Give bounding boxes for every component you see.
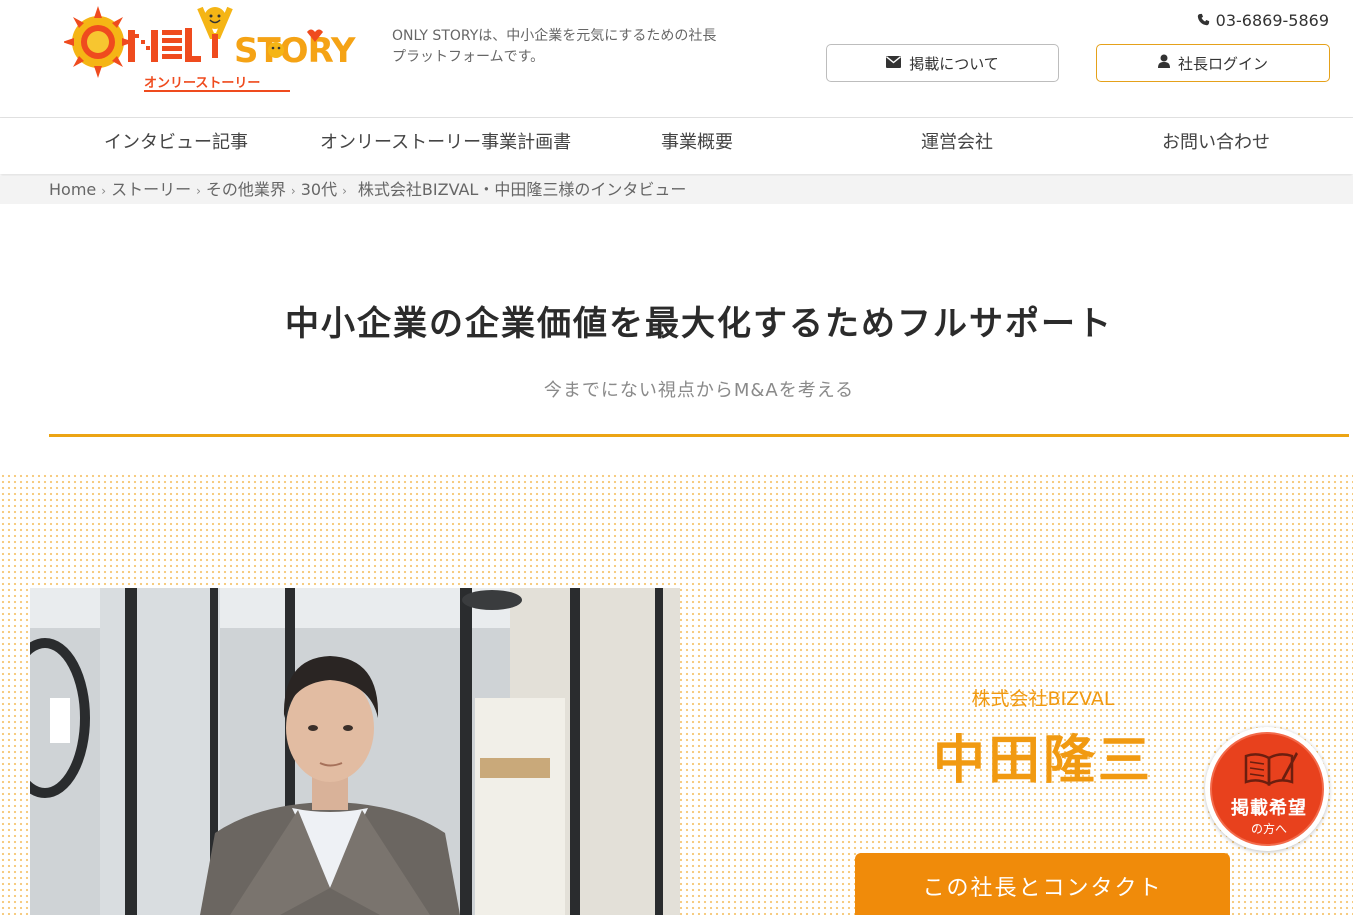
nav-item-company[interactable]: 運営会社 xyxy=(921,118,993,174)
nav-item-contact[interactable]: お問い合わせ xyxy=(1162,118,1270,174)
site-logo[interactable]: STORY オンリーストーリー xyxy=(62,4,360,98)
breadcrumb: Home › ストーリー › その他業界 › 30代 › 株式会社BIZVAL・中田隆三様のイン… xyxy=(0,176,1353,204)
user-icon xyxy=(1157,54,1170,72)
nav-item-business-overview[interactable]: 事業概要 xyxy=(661,118,733,174)
svg-text:STORY: STORY xyxy=(234,31,356,71)
site-tagline: ONLY STORYは、中小企業を元気にするための社長プラットフォームです。 xyxy=(392,28,717,65)
keisai-button-label: 掲載について xyxy=(909,54,999,73)
phone-icon xyxy=(1197,11,1210,30)
breadcrumb-industry[interactable]: その他業界 xyxy=(206,180,286,199)
breadcrumb-home[interactable]: Home xyxy=(49,180,96,199)
ceo-login-label: 社長ログイン xyxy=(1177,54,1268,73)
company-name: 株式会社BIZVAL xyxy=(971,688,1115,710)
breadcrumb-separator: › xyxy=(196,184,201,198)
book-pen-icon xyxy=(1242,748,1298,792)
main-nav: インタビュー記事 オンリーストーリー事業計画書 事業概要 運営会社 お問い合わせ xyxy=(0,118,1353,174)
ceo-login-button[interactable]: 社長ログイン xyxy=(1096,44,1330,82)
breadcrumb-story[interactable]: ストーリー xyxy=(111,180,191,199)
ceo-photo xyxy=(30,588,680,915)
breadcrumb-separator: › xyxy=(101,184,107,198)
breadcrumb-separator: › xyxy=(342,184,347,198)
site-header: STORY オンリーストーリー ONLY STORYは、中小企業を元気にするため… xyxy=(0,0,1353,118)
breadcrumb-current: 株式会社BIZVAL・中田隆三様のインタビュー xyxy=(357,180,687,199)
envelope-icon xyxy=(886,54,902,72)
article-title: 中小企業の企業価値を最大化するためフルサポート xyxy=(285,304,1113,344)
title-divider xyxy=(49,434,1349,437)
listing-request-badge[interactable]: 掲載希望 の方へ xyxy=(1205,727,1329,851)
keisai-button[interactable]: 掲載について xyxy=(826,44,1059,82)
listing-request-badge-circle: 掲載希望 の方へ xyxy=(1210,732,1324,846)
ceo-name: 中田隆三 xyxy=(932,731,1153,791)
nav-item-business-plan[interactable]: オンリーストーリー事業計画書 xyxy=(320,118,571,174)
phone-number-text: 03-6869-5869 xyxy=(1215,11,1329,30)
breadcrumb-age[interactable]: 30代 xyxy=(301,180,337,199)
phone-number[interactable]: 03-6869-5869 xyxy=(1197,11,1329,30)
article-subtitle: 今までにない視点からM&Aを考える xyxy=(543,380,855,401)
nav-item-interview[interactable]: インタビュー記事 xyxy=(104,118,248,174)
breadcrumb-separator: › xyxy=(290,184,296,198)
contact-ceo-button[interactable]: この社長とコンタクト xyxy=(855,853,1230,915)
logo-sub-text: オンリーストーリー xyxy=(144,76,260,91)
badge-subtitle: の方へ xyxy=(1250,822,1287,836)
badge-title: 掲載希望 xyxy=(1231,798,1307,819)
